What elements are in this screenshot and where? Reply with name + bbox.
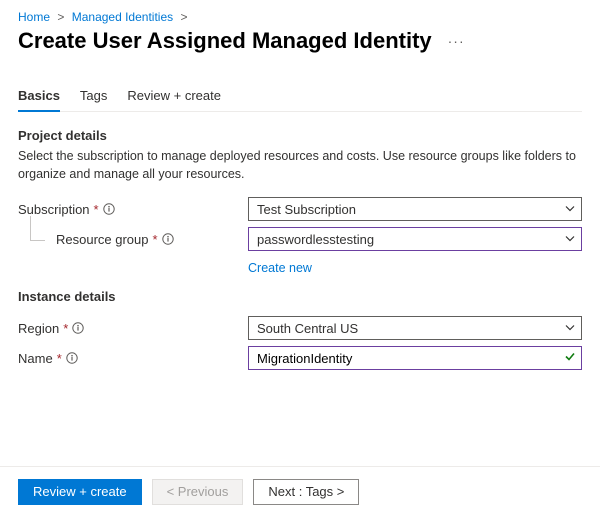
create-new-resource-group-link[interactable]: Create new <box>248 261 312 275</box>
resource-group-value: passwordlesstesting <box>257 232 374 247</box>
chevron-down-icon <box>565 202 575 217</box>
subscription-value: Test Subscription <box>257 202 356 217</box>
project-details-description: Select the subscription to manage deploy… <box>18 147 578 183</box>
previous-button: < Previous <box>152 479 244 505</box>
required-indicator: * <box>63 321 68 336</box>
breadcrumb: Home > Managed Identities > <box>18 10 582 24</box>
name-input[interactable] <box>248 346 582 370</box>
resource-group-label: Resource group <box>56 232 149 247</box>
tab-basics[interactable]: Basics <box>18 82 60 111</box>
required-indicator: * <box>153 232 158 247</box>
region-value: South Central US <box>257 321 358 336</box>
required-indicator: * <box>57 351 62 366</box>
subscription-label: Subscription <box>18 202 90 217</box>
project-details-heading: Project details <box>18 128 582 143</box>
page-title: Create User Assigned Managed Identity <box>18 28 432 54</box>
chevron-right-icon: > <box>180 10 187 24</box>
region-select[interactable]: South Central US <box>248 316 582 340</box>
next-button[interactable]: Next : Tags > <box>253 479 359 505</box>
chevron-down-icon <box>565 232 575 247</box>
tabs: Basics Tags Review + create <box>18 82 582 112</box>
info-icon[interactable] <box>66 352 78 364</box>
resource-group-select[interactable]: passwordlesstesting <box>248 227 582 251</box>
breadcrumb-home[interactable]: Home <box>18 10 50 24</box>
tab-tags[interactable]: Tags <box>80 82 107 111</box>
region-label: Region <box>18 321 59 336</box>
instance-details-heading: Instance details <box>18 289 582 304</box>
chevron-right-icon: > <box>57 10 64 24</box>
more-actions-button[interactable]: ··· <box>444 30 469 52</box>
required-indicator: * <box>94 202 99 217</box>
review-create-button[interactable]: Review + create <box>18 479 142 505</box>
info-icon[interactable] <box>72 322 84 334</box>
footer-action-bar: Review + create < Previous Next : Tags > <box>0 466 600 516</box>
subscription-select[interactable]: Test Subscription <box>248 197 582 221</box>
chevron-down-icon <box>565 321 575 336</box>
name-label: Name <box>18 351 53 366</box>
check-icon <box>564 351 576 366</box>
info-icon[interactable] <box>103 203 115 215</box>
tab-review-create[interactable]: Review + create <box>127 82 221 111</box>
info-icon[interactable] <box>162 233 174 245</box>
breadcrumb-managed-identities[interactable]: Managed Identities <box>72 10 173 24</box>
